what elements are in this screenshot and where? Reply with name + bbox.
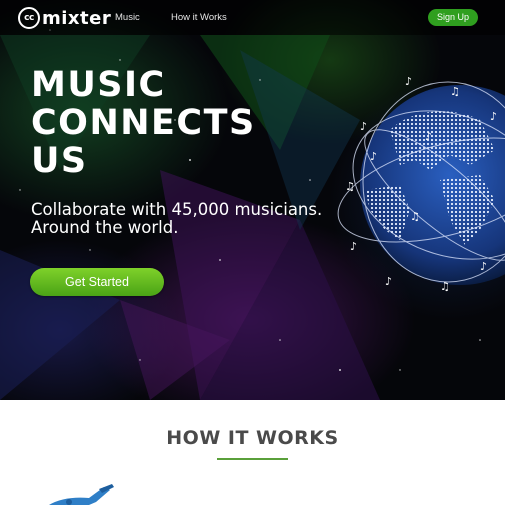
svg-text:♫: ♫ — [345, 180, 355, 193]
globe-illustration: ♪ ♫ ♪ ♪ ♫ ♪ ♪ ♫ ♪ ♪ ♪ ♫ — [330, 70, 505, 310]
how-it-works-section: HOW IT WORKS — [0, 400, 505, 505]
svg-text:♪: ♪ — [405, 75, 412, 88]
cc-logo-icon: cc — [18, 7, 40, 29]
svg-text:♪: ♪ — [350, 240, 357, 253]
hero-headline: MUSIC CONNECTS US — [31, 66, 291, 180]
top-navbar: cc mixter Music How it Works Sign Up — [0, 0, 505, 35]
get-started-button[interactable]: Get Started — [30, 268, 164, 296]
subhead-line: Collaborate with 45,000 musicians. — [31, 200, 323, 219]
title-divider — [217, 458, 288, 460]
nav-link-music[interactable]: Music — [115, 12, 140, 23]
nav-link-how-it-works[interactable]: How it Works — [171, 12, 227, 23]
instrument-icon — [49, 484, 114, 505]
svg-text:♪: ♪ — [490, 110, 497, 123]
section-title: HOW IT WORKS — [166, 427, 339, 449]
logo-wordmark: mixter — [42, 7, 112, 29]
hero-subheading: Collaborate with 45,000 musicians. Aroun… — [31, 201, 331, 237]
svg-text:♪: ♪ — [385, 275, 392, 288]
svg-text:♪: ♪ — [480, 260, 487, 273]
ccmixter-logo[interactable]: cc mixter — [18, 7, 111, 29]
sign-up-button[interactable]: Sign Up — [428, 9, 478, 26]
svg-text:♫: ♫ — [440, 280, 450, 293]
globe-icon: ♪ ♫ ♪ ♪ ♫ ♪ ♪ ♫ ♪ ♪ ♪ ♫ — [337, 75, 505, 293]
headline-line: CONNECTS — [31, 103, 256, 143]
svg-text:♪: ♪ — [360, 120, 367, 133]
headline-line: US — [31, 141, 88, 181]
subhead-line: Around the world. — [31, 218, 179, 237]
headline-line: MUSIC — [31, 65, 166, 105]
svg-text:♪: ♪ — [370, 150, 377, 163]
svg-text:♫: ♫ — [450, 85, 460, 98]
svg-text:♫: ♫ — [410, 210, 420, 223]
svg-text:♪: ♪ — [425, 130, 432, 143]
